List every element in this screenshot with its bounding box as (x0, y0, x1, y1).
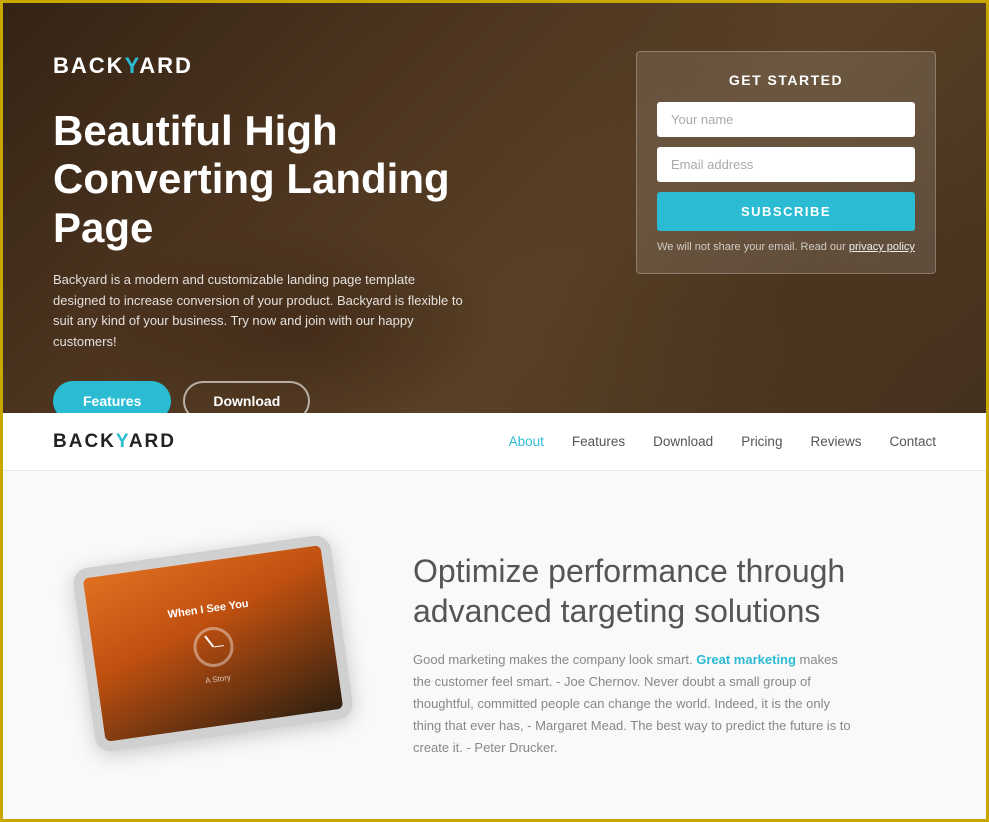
hero-section: BACKYARD Beautiful High Converting Landi… (3, 3, 986, 413)
email-input[interactable] (657, 147, 915, 182)
privacy-notice: We will not share your email. Read our p… (657, 241, 915, 253)
clock-hand-hour (204, 635, 214, 647)
download-button[interactable]: Download (183, 381, 310, 413)
tablet-mockup: When I See You A Story (73, 541, 353, 751)
hero-buttons: Features Download (53, 381, 596, 413)
nav-item-about[interactable]: About (509, 433, 544, 451)
nav-item-contact[interactable]: Contact (889, 433, 936, 451)
nav-item-reviews[interactable]: Reviews (810, 433, 861, 451)
main-content: Optimize performance through advanced ta… (413, 531, 936, 759)
subscribe-button[interactable]: SUBSCRIBE (657, 192, 915, 231)
nav-link-about[interactable]: About (509, 434, 544, 449)
features-button[interactable]: Features (53, 381, 171, 413)
nav-link-pricing[interactable]: Pricing (741, 434, 782, 449)
hero-title: Beautiful High Converting Landing Page (53, 107, 533, 252)
tablet-clock (191, 624, 236, 669)
hero-logo: BACKYARD (53, 53, 596, 79)
hero-description: Backyard is a modern and customizable la… (53, 270, 463, 353)
form-title: GET STARTED (657, 72, 915, 88)
get-started-form: GET STARTED SUBSCRIBE We will not share … (636, 51, 936, 274)
nav-link-download[interactable]: Download (653, 434, 713, 449)
tablet-body: When I See You A Story (71, 534, 354, 753)
main-section: When I See You A Story Optimize performa… (3, 471, 986, 819)
main-heading: Optimize performance through advanced ta… (413, 551, 936, 631)
nav-item-features[interactable]: Features (572, 433, 625, 451)
nav-link-features[interactable]: Features (572, 434, 625, 449)
tablet-subtitle: A Story (205, 673, 232, 686)
tablet-screen: When I See You A Story (83, 545, 344, 742)
clock-hand-minute (213, 645, 223, 647)
nav-link-contact[interactable]: Contact (889, 434, 936, 449)
nav-logo: BACKYARD (53, 431, 176, 453)
tablet-title: When I See You (167, 598, 249, 621)
highlight-text: Great marketing (696, 652, 796, 667)
hero-form-area: GET STARTED SUBSCRIBE We will not share … (636, 51, 936, 274)
hero-left-content: BACKYARD Beautiful High Converting Landi… (53, 33, 596, 413)
nav-link-reviews[interactable]: Reviews (810, 434, 861, 449)
main-body: Good marketing makes the company look sm… (413, 649, 853, 759)
product-image-area: When I See You A Story (53, 531, 373, 751)
nav-item-download[interactable]: Download (653, 433, 713, 451)
nav-item-pricing[interactable]: Pricing (741, 433, 782, 451)
nav-links: About Features Download Pricing Reviews … (509, 433, 936, 451)
navbar: BACKYARD About Features Download Pricing… (3, 413, 986, 471)
name-input[interactable] (657, 102, 915, 137)
privacy-policy-link[interactable]: privacy policy (849, 241, 915, 253)
